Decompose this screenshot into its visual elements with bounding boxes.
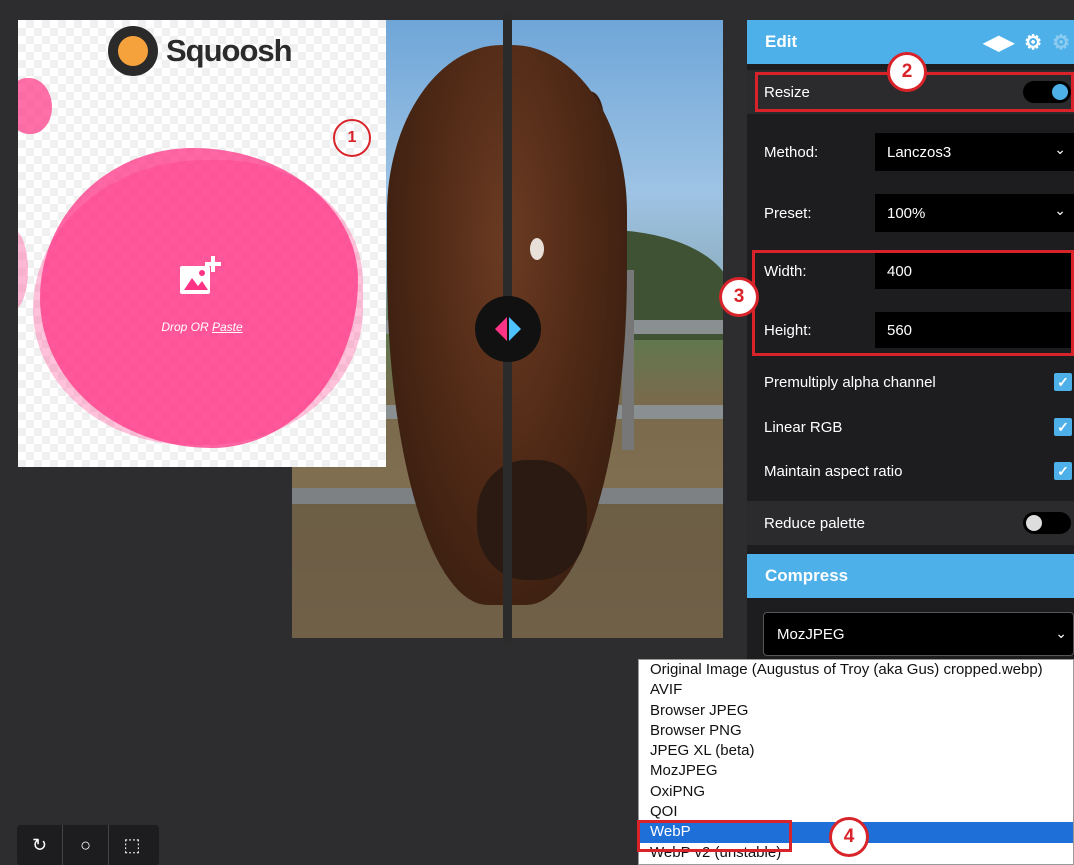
decorative-blob [18, 78, 52, 134]
edit-title: Edit [765, 32, 798, 51]
premultiply-label: Premultiply alpha channel [764, 373, 936, 391]
method-select[interactable]: Lanczos3 ⌄ [875, 133, 1074, 171]
gear-icon[interactable]: ⚙ [1024, 30, 1042, 55]
aspect-ratio-row[interactable]: Maintain aspect ratio ✓ [747, 449, 1074, 493]
preset-value: 100% [887, 204, 926, 222]
add-image-icon[interactable] [178, 256, 222, 300]
logo-text: Squoosh [166, 33, 293, 68]
paste-link[interactable]: Paste [212, 320, 243, 334]
compress-title: Compress [765, 566, 849, 585]
edit-header-icons: ◀▶ ⚙ ⚙ [983, 20, 1074, 64]
chevron-down-icon: ⌄ [1054, 202, 1066, 218]
arrow-right-icon [509, 317, 521, 341]
option-original[interactable]: Original Image (Augustus of Troy (aka Gu… [639, 660, 1073, 680]
aspect-ratio-label: Maintain aspect ratio [764, 462, 903, 480]
aspect-ratio-checkbox[interactable]: ✓ [1054, 462, 1072, 480]
chevron-down-icon: ⌄ [1054, 141, 1066, 157]
circle-icon[interactable]: ○ [63, 825, 109, 865]
intro-panel[interactable]: Squoosh Drop OR Paste [18, 20, 386, 467]
reduce-palette-label: Reduce palette [764, 514, 865, 532]
option-oxipng[interactable]: OxiPNG [639, 782, 1073, 802]
method-label: Method: [764, 143, 819, 161]
option-mozjpeg[interactable]: MozJPEG [639, 761, 1073, 781]
compress-value: MozJPEG [777, 625, 845, 643]
preset-label: Preset: [764, 204, 812, 222]
callout-dimensions [752, 250, 1074, 356]
option-avif[interactable]: AVIF [639, 680, 1073, 700]
horse-muzzle [477, 460, 587, 580]
gear-dim-icon[interactable]: ⚙ [1052, 30, 1070, 55]
option-browser-jpeg[interactable]: Browser JPEG [639, 701, 1073, 721]
marker-3: 3 [719, 277, 759, 317]
option-browser-png[interactable]: Browser PNG [639, 721, 1073, 741]
premultiply-checkbox[interactable]: ✓ [1054, 373, 1072, 391]
logo: Squoosh [108, 26, 293, 76]
rotate-icon[interactable]: ↻ [17, 825, 63, 865]
marker-4: 4 [829, 817, 869, 857]
squoosh-logo-icon [108, 26, 158, 76]
decorative-blob [18, 230, 28, 310]
compress-select[interactable]: MozJPEG ⌄ [763, 612, 1074, 656]
reduce-palette-toggle[interactable] [1023, 512, 1071, 534]
callout-webp [637, 820, 792, 852]
preset-select[interactable]: 100% ⌄ [875, 194, 1074, 232]
bottom-toolbar: ↻ ○ ⬚ [17, 825, 159, 865]
split-handle-icon[interactable] [475, 296, 541, 362]
split-arrows-icon[interactable]: ◀▶ [983, 30, 1014, 55]
linear-rgb-row[interactable]: Linear RGB ✓ [747, 405, 1074, 449]
drop-text-prefix: Drop OR [161, 320, 212, 334]
linear-rgb-checkbox[interactable]: ✓ [1054, 418, 1072, 436]
drop-or-paste-text: Drop OR Paste [98, 320, 306, 334]
arrow-left-icon [495, 317, 507, 341]
linear-rgb-label: Linear RGB [764, 418, 843, 436]
method-value: Lanczos3 [887, 143, 952, 161]
chevron-down-icon: ⌄ [1055, 625, 1067, 641]
marker-2: 2 [887, 52, 927, 92]
toggle-knob [1026, 515, 1042, 531]
premultiply-row[interactable]: Premultiply alpha channel ✓ [747, 360, 1074, 404]
option-jpeg-xl[interactable]: JPEG XL (beta) [639, 741, 1073, 761]
compress-header: Compress [747, 554, 1074, 598]
horse-blaze [530, 238, 544, 260]
marker-1: 1 [333, 119, 371, 157]
reduce-palette-row[interactable]: Reduce palette [747, 501, 1074, 545]
crop-icon[interactable]: ⬚ [109, 825, 155, 865]
